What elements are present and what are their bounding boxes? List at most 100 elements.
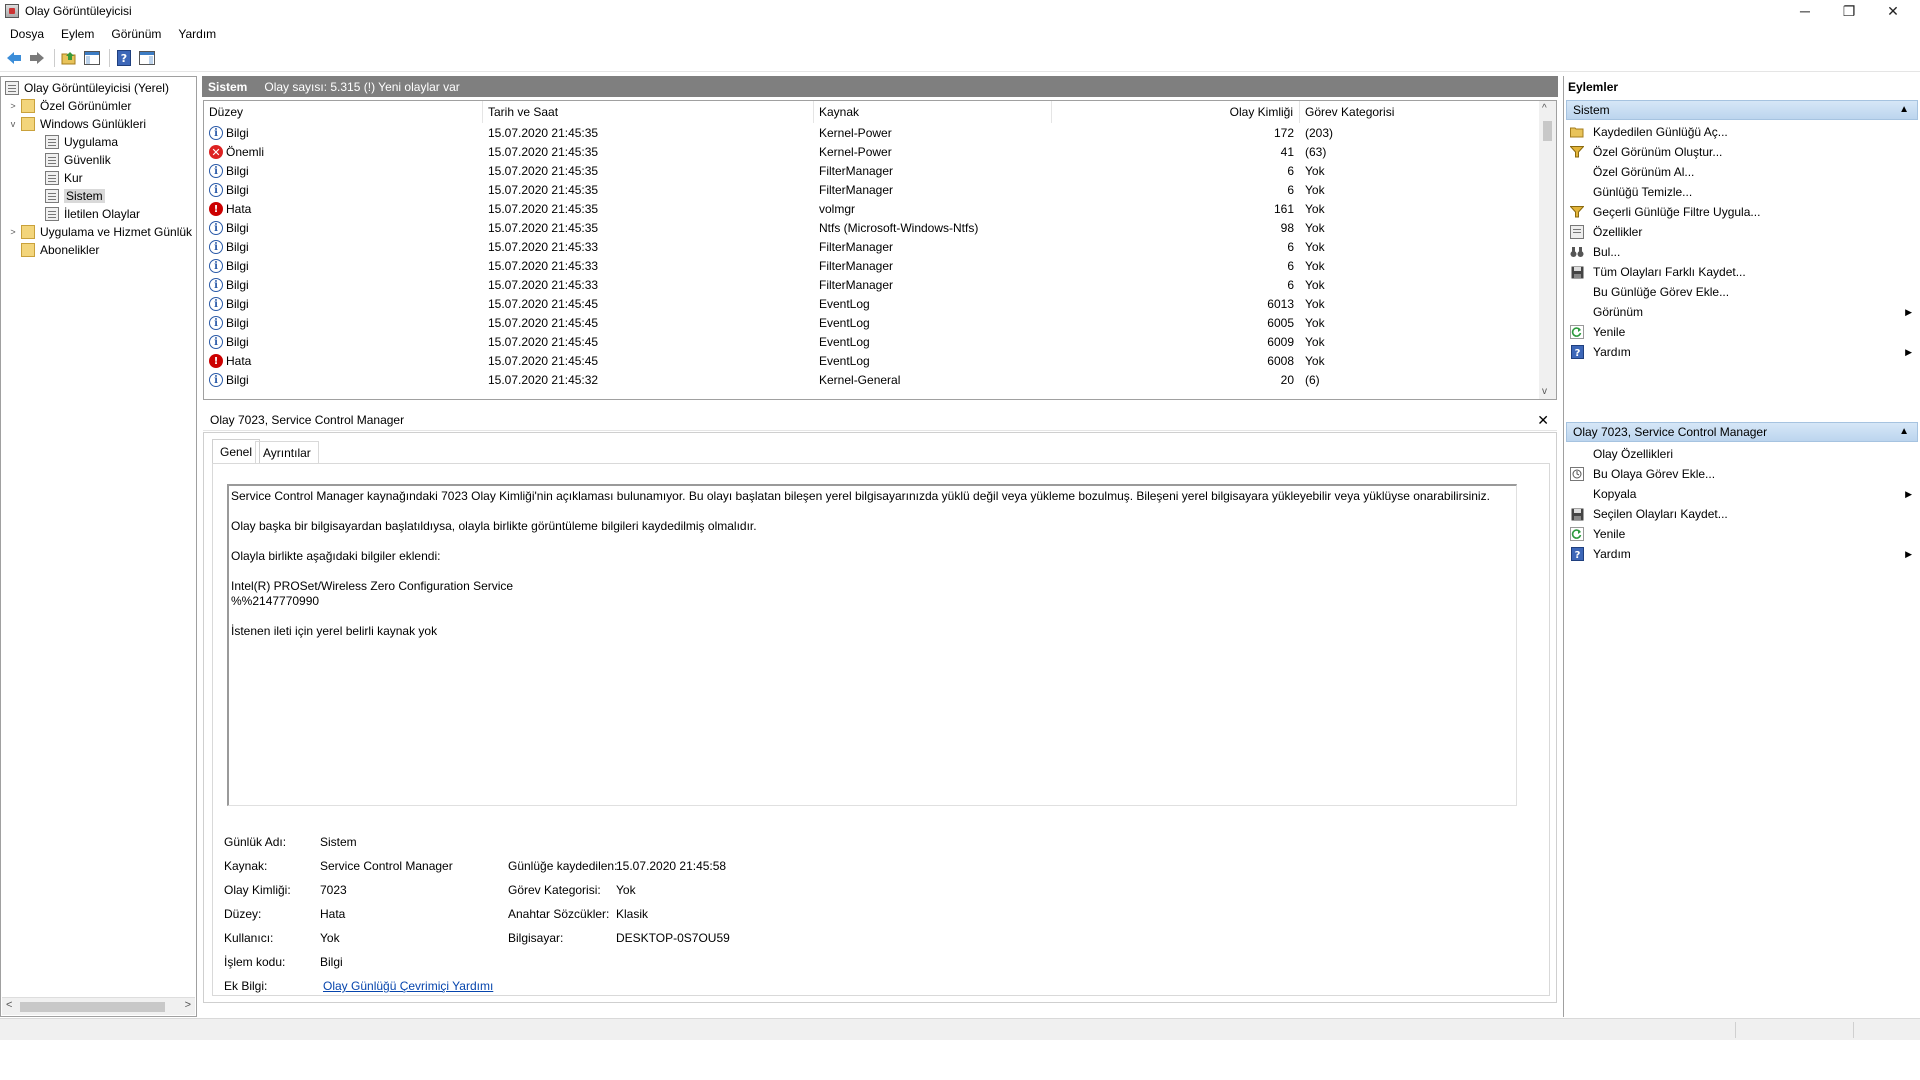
table-row[interactable]: i Bilgi 15.07.2020 21:45:32 Kernel-General 2… [204, 371, 1540, 390]
table-row[interactable]: i Bilgi 15.07.2020 21:45:35 FilterManager 6 Y… [204, 162, 1540, 181]
scroll-up-icon[interactable]: ^ [1542, 103, 1547, 114]
tree-windows-logs[interactable]: v Windows Günlükleri [7, 115, 146, 132]
online-help-link[interactable]: Olay Günlüğü Çevrimiçi Yardımı [323, 979, 493, 993]
action-item[interactable]: Özellikler [1570, 222, 1916, 242]
action-label: Kopyala [1593, 487, 1637, 501]
scroll-left-icon[interactable]: < [6, 999, 12, 1011]
minimize-button[interactable]: ─ [1782, 0, 1828, 22]
toolbar-separator [54, 49, 55, 67]
action-item[interactable]: Kaydedilen Günlüğü Aç... [1570, 122, 1916, 142]
menu-file[interactable]: Dosya [0, 27, 51, 41]
action-item[interactable]: Bu Olaya Görev Ekle... [1570, 464, 1916, 484]
action-item[interactable]: Yenile [1570, 322, 1916, 342]
tree-system-log[interactable]: Sistem [45, 187, 105, 204]
tree-forwarded-events[interactable]: İletilen Olaylar [45, 205, 140, 222]
table-row[interactable]: i Bilgi 15.07.2020 21:45:33 FilterManager 6 Y… [204, 276, 1540, 295]
table-row[interactable]: i Bilgi 15.07.2020 21:45:33 FilterManager 6 Y… [204, 257, 1540, 276]
tree-setup-log[interactable]: Kur [45, 169, 83, 186]
level-cell: Bilgi [226, 259, 249, 273]
column-header-event-id[interactable]: Olay Kimliği [1052, 101, 1300, 123]
action-item[interactable]: Tüm Olayları Farklı Kaydet... [1570, 262, 1916, 282]
filter-icon [1570, 205, 1584, 219]
scroll-right-icon[interactable]: > [185, 999, 191, 1011]
table-row[interactable]: i Bilgi 15.07.2020 21:45:35 Ntfs (Microsoft… [204, 219, 1540, 238]
action-item[interactable]: Özel Görünüm Al... [1570, 162, 1916, 182]
table-row[interactable]: i Bilgi 15.07.2020 21:45:45 EventLog 6009 Yok [204, 333, 1540, 352]
menu-view[interactable]: Görünüm [101, 27, 168, 41]
info-icon: i [209, 297, 223, 311]
tree-application-log[interactable]: Uygulama [45, 133, 118, 150]
forward-arrow-icon[interactable] [27, 48, 47, 68]
event-id-cell: 41 [1280, 145, 1294, 159]
table-row[interactable]: i Bilgi 15.07.2020 21:45:45 EventLog 6005 Yok [204, 314, 1540, 333]
action-item[interactable]: Özel Görünüm Oluştur... [1570, 142, 1916, 162]
event-description[interactable]: Service Control Manager kaynağındaki 702… [227, 484, 1517, 806]
table-row[interactable]: i Bilgi 15.07.2020 21:45:33 FilterManager 6 Y… [204, 238, 1540, 257]
open-folder-icon[interactable] [59, 48, 79, 68]
scrollbar-thumb[interactable] [1543, 121, 1552, 141]
tree-subscriptions[interactable]: Abonelikler [21, 241, 99, 258]
action-item[interactable]: ? Yardım ▶ [1570, 342, 1916, 362]
help-icon[interactable]: ? [114, 48, 134, 68]
event-table-scrollbar[interactable]: ^ v [1539, 101, 1556, 399]
tab-details[interactable]: Ayrıntılar [255, 441, 319, 463]
table-row[interactable]: ! Hata 15.07.2020 21:45:35 volmgr 161 Yok [204, 200, 1540, 219]
table-row[interactable]: i Bilgi 15.07.2020 21:45:35 FilterManager 6 Y… [204, 181, 1540, 200]
collapse-icon[interactable]: ▲ [1899, 426, 1909, 437]
menu-help[interactable]: Yardım [168, 27, 223, 41]
column-header-level[interactable]: Düzey [204, 101, 483, 123]
section-label: Olay 7023, Service Control Manager [1573, 425, 1768, 439]
column-header-datetime[interactable]: Tarih ve Saat [483, 101, 814, 123]
close-icon[interactable]: ✕ [1537, 412, 1549, 429]
action-item[interactable]: Olay Özellikleri [1570, 444, 1916, 464]
column-header-category[interactable]: Görev Kategorisi [1300, 101, 1540, 123]
log-icon [45, 152, 59, 167]
category-cell: (63) [1305, 145, 1327, 159]
action-item[interactable]: Günlüğü Temizle... [1570, 182, 1916, 202]
source-cell: FilterManager [819, 278, 894, 292]
scroll-down-icon[interactable]: v [1542, 386, 1547, 397]
chevron-right-icon[interactable]: > [7, 101, 19, 111]
scrollbar-thumb[interactable] [20, 1002, 165, 1012]
table-row[interactable]: ! Hata 15.07.2020 21:45:45 EventLog 6008 Yok [204, 352, 1540, 371]
event-id-cell: 6 [1287, 278, 1294, 292]
action-item[interactable]: Kopyala ▶ [1570, 484, 1916, 504]
tree-security-log[interactable]: Güvenlik [45, 151, 111, 168]
close-button[interactable]: ✕ [1870, 0, 1916, 22]
action-item[interactable]: Görünüm ▶ [1570, 302, 1916, 322]
column-header-source[interactable]: Kaynak [814, 101, 1052, 123]
tree-root[interactable]: Olay Görüntüleyicisi (Yerel) [5, 79, 169, 96]
tree-app-service-logs[interactable]: > Uygulama ve Hizmet Günlük [7, 223, 192, 240]
blank-icon [1570, 305, 1584, 319]
chevron-down-icon[interactable]: v [7, 119, 19, 129]
tab-general[interactable]: Genel [212, 439, 261, 463]
action-item[interactable]: Bu Günlüğe Görev Ekle... [1570, 282, 1916, 302]
table-row[interactable]: ✕ Önemli 15.07.2020 21:45:35 Kernel-Power 41… [204, 143, 1540, 162]
actions-section-event[interactable]: Olay 7023, Service Control Manager ▲ [1566, 422, 1918, 442]
submenu-arrow-icon: ▶ [1905, 488, 1912, 499]
action-item[interactable]: Bul... [1570, 242, 1916, 262]
level-cell: Önemli [226, 145, 265, 159]
action-item[interactable]: Seçilen Olayları Kaydet... [1570, 504, 1916, 524]
category-cell: Yok [1305, 183, 1325, 197]
tree-custom-views[interactable]: > Özel Görünümler [7, 97, 131, 114]
tree-horizontal-scrollbar[interactable]: < > [2, 997, 195, 1015]
table-row[interactable]: i Bilgi 15.07.2020 21:45:35 Kernel-Power 172… [204, 124, 1540, 143]
back-arrow-icon[interactable] [4, 48, 24, 68]
collapse-icon[interactable]: ▲ [1899, 104, 1909, 115]
info-icon: i [209, 126, 223, 140]
event-id-cell: 6 [1287, 240, 1294, 254]
action-item[interactable]: Yenile [1570, 524, 1916, 544]
chevron-right-icon[interactable]: > [7, 227, 19, 237]
action-label: Yenile [1593, 527, 1626, 541]
actions-section-system[interactable]: Sistem ▲ [1566, 100, 1918, 120]
action-item[interactable]: ? Yardım ▶ [1570, 544, 1916, 564]
action-item[interactable]: Geçerli Günlüğe Filtre Uygula... [1570, 202, 1916, 222]
menu-action[interactable]: Eylem [51, 27, 101, 41]
table-row[interactable]: i Bilgi 15.07.2020 21:45:45 EventLog 6013 Yok [204, 295, 1540, 314]
console-tree-icon[interactable] [82, 48, 102, 68]
logged-label: Günlüğe kaydedilen: [508, 859, 618, 873]
action-pane-icon[interactable] [137, 48, 157, 68]
critical-icon: ✕ [209, 145, 223, 159]
restore-button[interactable]: ❐ [1826, 0, 1872, 22]
